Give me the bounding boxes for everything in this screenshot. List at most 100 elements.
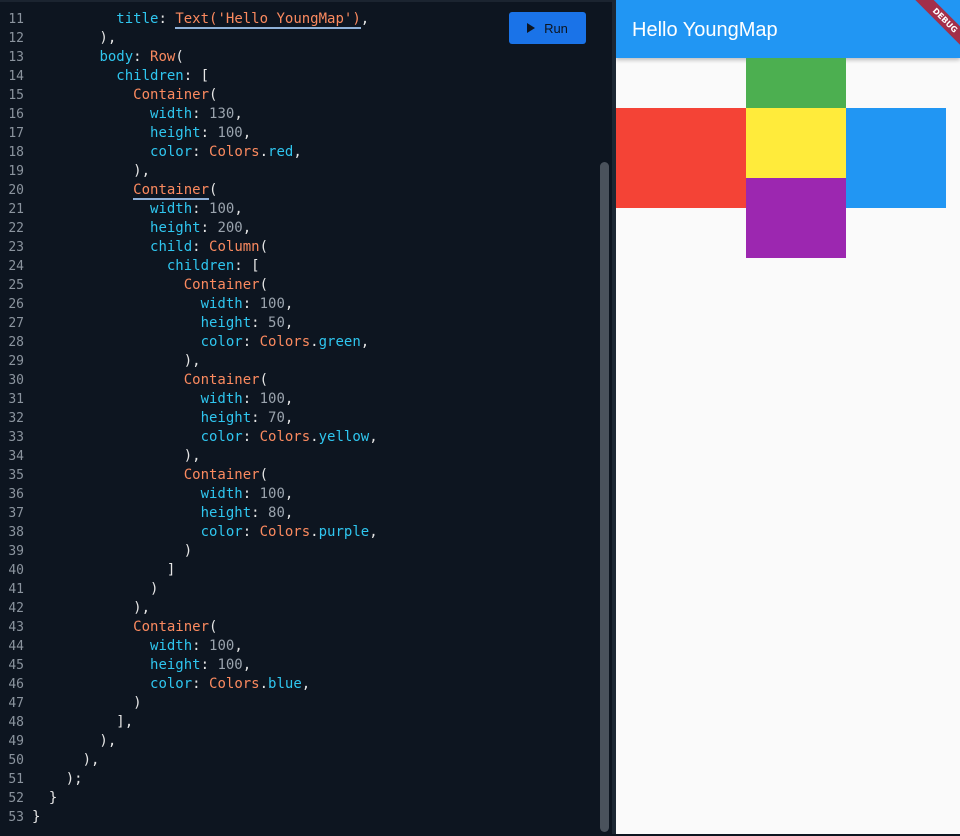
- code-line[interactable]: 21 width: 100,: [0, 200, 600, 219]
- code-token: ,: [284, 296, 294, 312]
- line-number: 39: [8, 544, 24, 559]
- line-number: 46: [8, 677, 24, 692]
- code-token: .: [310, 334, 319, 350]
- code-line[interactable]: 18 color: Colors.red,: [0, 143, 600, 162]
- code-token: :: [192, 144, 210, 160]
- code-token: height: [200, 505, 252, 521]
- line-number: 53: [8, 810, 24, 825]
- line-text: ),: [32, 732, 116, 751]
- line-number: 52: [8, 791, 24, 806]
- line-text: height: 50,: [32, 314, 294, 333]
- line-number: 49: [8, 734, 24, 749]
- code-line[interactable]: 52 }: [0, 789, 600, 808]
- code-line[interactable]: 22 height: 200,: [0, 219, 600, 238]
- line-number: 32: [8, 411, 24, 426]
- code-line[interactable]: 16 width: 130,: [0, 105, 600, 124]
- code-line[interactable]: 43 Container(: [0, 618, 600, 637]
- code-token: :: [242, 296, 260, 312]
- code-token: color: [200, 334, 243, 350]
- code-token: body: [99, 49, 134, 65]
- code-token: :: [200, 220, 218, 236]
- code-line[interactable]: 36 width: 100,: [0, 485, 600, 504]
- code-token: (: [259, 372, 269, 388]
- code-line[interactable]: 28 color: Colors.green,: [0, 333, 600, 352]
- code-line[interactable]: 26 width: 100,: [0, 295, 600, 314]
- line-number: 40: [8, 563, 24, 578]
- code-line[interactable]: 29 ),: [0, 352, 600, 371]
- code-line[interactable]: 23 child: Column(: [0, 238, 600, 257]
- code-line[interactable]: 20 Container(: [0, 181, 600, 200]
- code-line[interactable]: 30 Container(: [0, 371, 600, 390]
- code-line[interactable]: 15 Container(: [0, 86, 600, 105]
- code-token: ): [32, 581, 159, 597]
- code-token: ),: [32, 733, 117, 749]
- code-token: height: [150, 125, 201, 141]
- line-text: width: 100,: [32, 485, 294, 504]
- code-line[interactable]: 50 ),: [0, 751, 600, 770]
- code-token: (: [175, 49, 184, 65]
- code-token: ),: [32, 600, 151, 616]
- code-line[interactable]: 53}: [0, 808, 600, 827]
- line-number: 22: [8, 221, 24, 236]
- line-number: 27: [8, 316, 24, 331]
- yellow-container: [746, 108, 846, 178]
- code-line[interactable]: 34 ),: [0, 447, 600, 466]
- line-number: 38: [8, 525, 24, 540]
- code-line[interactable]: 47 ): [0, 694, 600, 713]
- code-token: color: [200, 429, 243, 445]
- code-token: :: [200, 125, 218, 141]
- code-line[interactable]: 42 ),: [0, 599, 600, 618]
- scrollbar-thumb[interactable]: [600, 162, 609, 832]
- code-token: ,: [284, 315, 294, 331]
- code-token: :: [192, 201, 210, 217]
- code-line[interactable]: 40 ]: [0, 561, 600, 580]
- line-text: color: Colors.yellow,: [32, 428, 378, 447]
- line-number: 15: [8, 88, 24, 103]
- line-number: 17: [8, 126, 24, 141]
- line-number: 33: [8, 430, 24, 445]
- code-token: width: [150, 638, 193, 654]
- code-token: 100: [209, 201, 235, 217]
- code-line[interactable]: 44 width: 100,: [0, 637, 600, 656]
- code-line[interactable]: 33 color: Colors.yellow,: [0, 428, 600, 447]
- line-number: 20: [8, 183, 24, 198]
- code-line[interactable]: 39 ): [0, 542, 600, 561]
- green-container: [746, 58, 846, 108]
- code-token: ,: [360, 334, 370, 350]
- code-line[interactable]: 24 children: [: [0, 257, 600, 276]
- code-line[interactable]: 13 body: Row(: [0, 48, 600, 67]
- code-line[interactable]: 31 width: 100,: [0, 390, 600, 409]
- red-container: [616, 108, 746, 208]
- code-editor[interactable]: 11 title: Text('Hello YoungMap'), 12 ), 13…: [0, 0, 612, 834]
- code-line[interactable]: 27 height: 50,: [0, 314, 600, 333]
- code-line[interactable]: 49 ),: [0, 732, 600, 751]
- code-line[interactable]: 19 ),: [0, 162, 600, 181]
- code-line[interactable]: 46 color: Colors.blue,: [0, 675, 600, 694]
- code-line[interactable]: 25 Container(: [0, 276, 600, 295]
- code-token: :: [242, 334, 260, 350]
- run-button[interactable]: Run: [509, 12, 586, 44]
- code-line[interactable]: 38 color: Colors.purple,: [0, 523, 600, 542]
- code-token: color: [150, 676, 193, 692]
- code-line[interactable]: 48 ],: [0, 713, 600, 732]
- code-line[interactable]: 17 height: 100,: [0, 124, 600, 143]
- code-line[interactable]: 51 );: [0, 770, 600, 789]
- code-line[interactable]: 37 height: 80,: [0, 504, 600, 523]
- code-lines[interactable]: 11 title: Text('Hello YoungMap'), 12 ), 13…: [0, 10, 600, 827]
- code-line[interactable]: 41 ): [0, 580, 600, 599]
- code-line[interactable]: 35 Container(: [0, 466, 600, 485]
- code-line[interactable]: 45 height: 100,: [0, 656, 600, 675]
- line-text: body: Row(: [32, 48, 184, 67]
- code-token: Colors: [259, 524, 311, 540]
- code-token: height: [150, 657, 201, 673]
- code-line[interactable]: 14 children: [: [0, 67, 600, 86]
- code-line[interactable]: 32 height: 70,: [0, 409, 600, 428]
